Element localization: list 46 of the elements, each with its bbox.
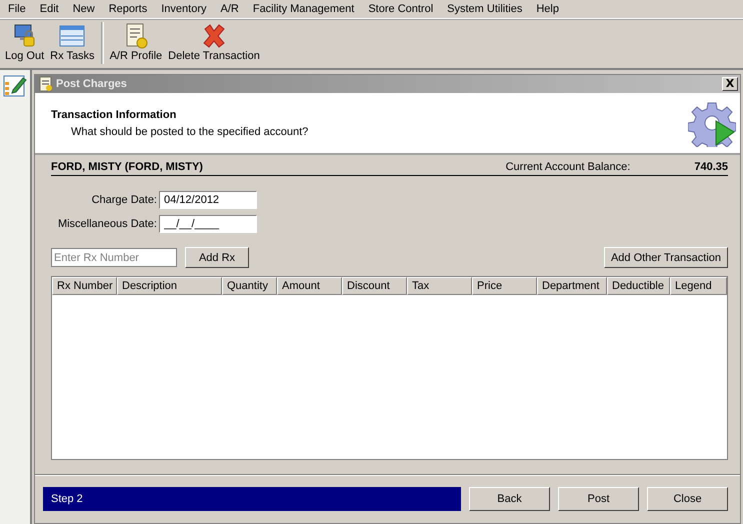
footer-button[interactable]: Post [558, 487, 639, 511]
column-header[interactable]: Price [472, 277, 537, 295]
field-label: Miscellaneous Date: [56, 218, 157, 230]
balance-value: 740.35 [694, 161, 728, 173]
menu-item[interactable]: New [66, 3, 103, 15]
account-name: FORD, MISTY (FORD, MISTY) [51, 161, 204, 173]
toolbar-button[interactable]: A/R Profile [106, 22, 166, 63]
date-field[interactable]: 04/12/2012 [159, 191, 257, 209]
menu-item[interactable]: Store Control [362, 3, 442, 15]
window-icon [59, 23, 86, 49]
menu-item[interactable]: Reports [102, 3, 156, 15]
window-title: Post Charges [56, 78, 128, 90]
window-close-button[interactable]: X [722, 77, 738, 91]
field-label: Charge Date: [90, 194, 157, 206]
toolbar-button[interactable]: Delete Transaction [165, 22, 263, 63]
column-header[interactable]: Legend [670, 277, 727, 295]
notepad-pencil-icon[interactable] [3, 74, 27, 98]
column-header[interactable]: Amount [277, 277, 342, 295]
footer-button[interactable]: Close [647, 487, 728, 511]
menu-item[interactable]: Inventory [155, 3, 214, 15]
menu-item[interactable]: Help [530, 3, 567, 15]
section-title: Transaction Information [51, 108, 178, 120]
delete-icon [201, 23, 227, 49]
date-field[interactable]: __/__/____ [159, 215, 257, 233]
column-header[interactable]: Deductible [607, 277, 670, 295]
add-other-transaction-button[interactable]: Add Other Transaction [604, 247, 728, 268]
add-rx-button[interactable]: Add Rx [185, 247, 249, 268]
column-header[interactable]: Description [117, 277, 222, 295]
menu-item[interactable]: Facility Management [246, 3, 362, 15]
menu-item[interactable]: System Utilities [441, 3, 530, 15]
column-header[interactable]: Tax [407, 277, 472, 295]
toolbar-button[interactable]: Log Out [2, 22, 48, 63]
footer-button[interactable]: Back [469, 487, 550, 511]
column-header[interactable]: Rx Number [52, 277, 117, 295]
menu-item[interactable]: Edit [34, 3, 67, 15]
document-icon [39, 76, 53, 92]
step-label: Step 2 [51, 493, 83, 505]
menu-item[interactable]: A/R [214, 3, 247, 15]
balance-label: Current Account Balance: [506, 161, 630, 173]
section-subtitle: What should be posted to the specified account? [70, 126, 310, 138]
rx-number-field[interactable]: Enter Rx Number [51, 248, 177, 267]
column-header[interactable]: Discount [342, 277, 407, 295]
column-header[interactable]: Quantity [222, 277, 277, 295]
toolbar-button[interactable]: Rx Tasks [47, 22, 98, 63]
menu-item[interactable]: File [2, 3, 34, 15]
column-header[interactable]: Department [537, 277, 607, 295]
